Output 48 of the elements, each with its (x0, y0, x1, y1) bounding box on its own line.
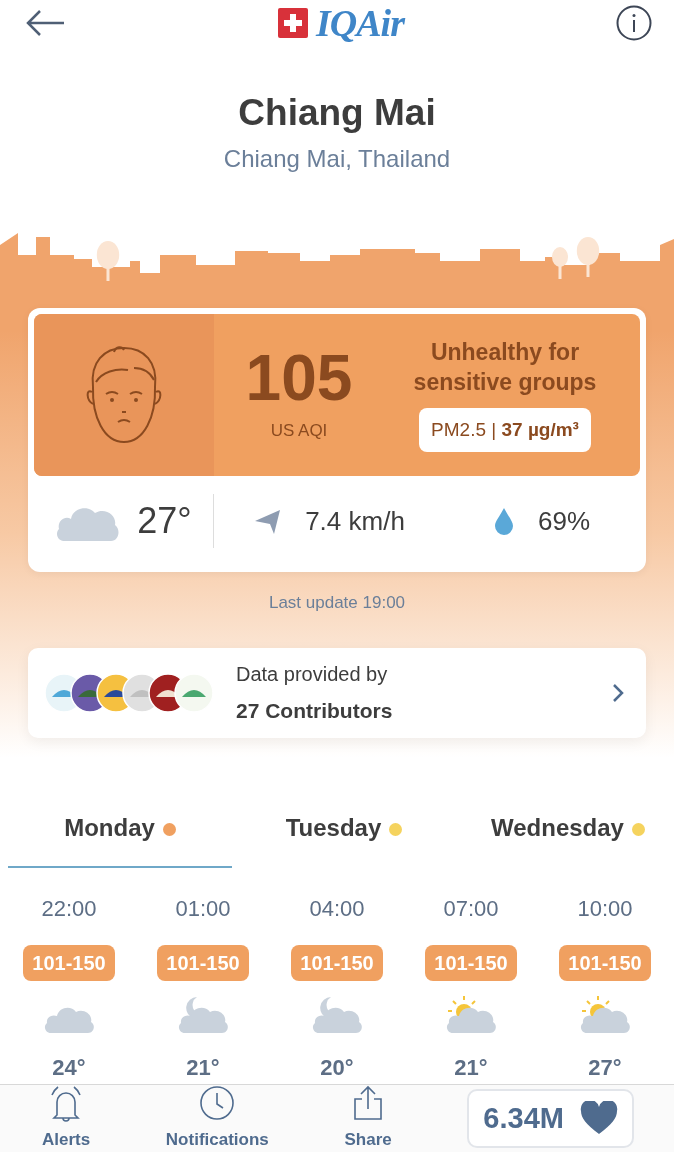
aqi-value: 105 (245, 346, 353, 411)
city-title: Chiang Mai (237, 90, 437, 135)
hour-temperature: 21° (454, 1053, 488, 1082)
aqi-range-badge: 101-150 (559, 944, 651, 981)
contributors-count: 27 Contributors (236, 697, 394, 724)
likes-button[interactable]: 6.34M (467, 1088, 634, 1148)
aqi-range-badge: 101-150 (291, 944, 383, 981)
water-drop-icon (493, 507, 514, 535)
sun-cloud-icon (579, 994, 631, 1035)
contributors-label: Data provided by (236, 661, 389, 687)
share-button[interactable]: Share (344, 1084, 392, 1152)
aqi-range-badge: 101-150 (425, 944, 517, 981)
heart-icon (579, 1101, 618, 1136)
hour-temperature: 24° (52, 1053, 86, 1082)
hour-time: 01:00 (175, 894, 231, 923)
hour-time: 10:00 (577, 894, 633, 923)
aqi-range-badge: 101-150 (23, 944, 115, 981)
hour-temperature: 20° (320, 1053, 354, 1082)
day-tab[interactable]: Wednesday (456, 797, 674, 868)
last-update-text: Last update 19:00 (267, 592, 407, 614)
hour-time: 07:00 (443, 894, 499, 923)
aqi-range-badge: 101-150 (157, 944, 249, 981)
moon-cloud-icon (177, 994, 229, 1035)
logo-text: IQAir (316, 3, 404, 42)
chevron-right-icon (612, 682, 624, 703)
contributors-card[interactable]: Data provided by 27 Contributors (28, 647, 646, 738)
aqi-unit: US AQI (270, 420, 328, 443)
humidity-value: 69% (537, 504, 590, 538)
clock-icon (199, 1084, 236, 1123)
region-subtitle: Chiang Mai, Thailand (222, 144, 452, 174)
day-tab[interactable]: Monday (8, 797, 232, 868)
hour-time: 04:00 (309, 894, 365, 923)
pollutant-badge: PM2.5 | 37 µg/m³ (419, 407, 591, 453)
temperature-value: 27° (137, 499, 192, 543)
flag-icon (278, 7, 309, 38)
day-tab[interactable]: Tuesday (232, 797, 456, 868)
info-icon[interactable] (616, 4, 652, 41)
notifications-button[interactable]: Notifications (165, 1084, 269, 1152)
hour-time: 22:00 (41, 894, 97, 923)
hour-temperature: 27° (588, 1053, 622, 1082)
back-arrow-icon[interactable] (26, 8, 66, 37)
wind-direction-icon (253, 507, 282, 535)
alerts-button[interactable]: Alerts (42, 1084, 91, 1152)
aqi-status: Unhealthy for sensitive groups (412, 337, 598, 397)
sun-cloud-icon (445, 994, 497, 1035)
moon-cloud-icon (311, 994, 363, 1035)
wind-speed: 7.4 km/h (305, 504, 405, 538)
hour-temperature: 21° (186, 1053, 220, 1082)
